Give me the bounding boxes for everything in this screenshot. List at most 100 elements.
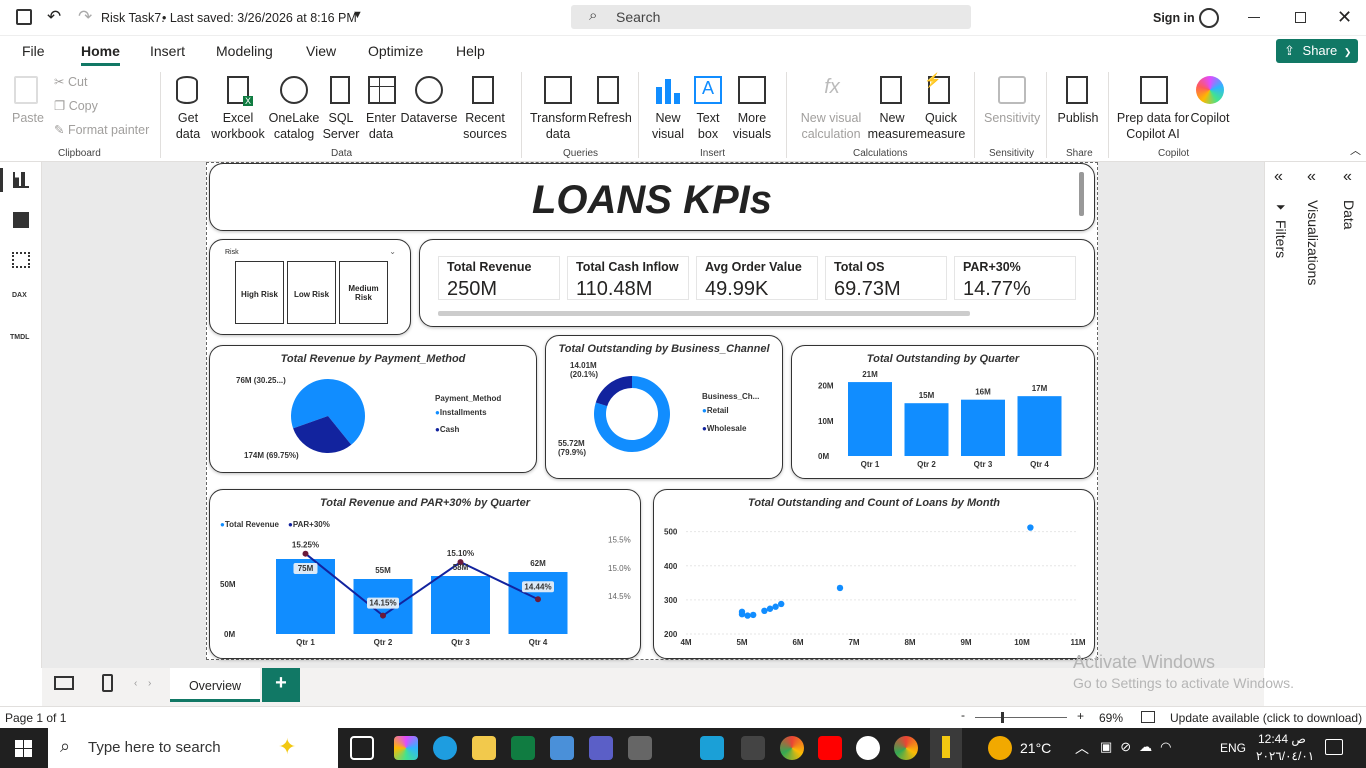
chrome-icon[interactable]: [780, 736, 804, 760]
teams-icon[interactable]: [589, 736, 613, 760]
cisco-icon[interactable]: [700, 736, 724, 760]
taskbar-search-box[interactable]: ⌕ Type here to search ✦: [48, 728, 338, 768]
desktop-layout-icon[interactable]: [54, 676, 74, 690]
new-visual-calculation-button[interactable]: New visual calculation: [796, 110, 866, 142]
menu-insert[interactable]: Insert: [150, 43, 185, 59]
dax-query-view-icon[interactable]: DAX: [12, 292, 27, 299]
clock-date[interactable]: ٢٠٢٦/٠٤/٠١: [1256, 749, 1314, 763]
collapse-visualizations-icon[interactable]: «: [1307, 168, 1316, 186]
file-explorer-icon[interactable]: [472, 736, 496, 760]
chevron-down-icon[interactable]: ⌄: [389, 247, 396, 256]
new-visual-button[interactable]: New visual: [648, 110, 688, 142]
undo-icon[interactable]: ↶: [47, 7, 61, 27]
zoom-level[interactable]: 69%: [1099, 711, 1123, 725]
refresh-button[interactable]: Refresh: [588, 110, 632, 126]
filters-pane-tab[interactable]: Filters: [1273, 220, 1289, 258]
legend-item-retail[interactable]: ●Retail: [702, 406, 729, 415]
more-visuals-button[interactable]: More visuals: [726, 110, 778, 142]
get-data-button[interactable]: Get data: [170, 110, 206, 142]
data-pane-tab[interactable]: Data: [1341, 200, 1357, 230]
enter-data-button[interactable]: Enter data: [362, 110, 400, 142]
excel-workbook-button[interactable]: Excel workbook: [210, 110, 266, 142]
slicer-option-medium-risk[interactable]: Medium Risk: [339, 261, 388, 324]
add-page-button[interactable]: +: [262, 668, 300, 702]
zoom-slider[interactable]: [975, 712, 1067, 723]
cut-button[interactable]: ✂ Cut: [54, 74, 87, 90]
edge-icon[interactable]: [433, 736, 457, 760]
dataverse-button[interactable]: Dataverse: [400, 110, 458, 126]
transform-data-button[interactable]: Transform data: [530, 110, 587, 142]
menu-modeling[interactable]: Modeling: [216, 43, 273, 59]
update-available-link[interactable]: Update available (click to download): [1170, 711, 1362, 725]
collapse-data-icon[interactable]: «: [1343, 168, 1352, 186]
sign-in-button[interactable]: Sign in: [1153, 11, 1195, 25]
legend-item-wholesale[interactable]: ●Wholesale: [702, 424, 746, 433]
app-icon[interactable]: [628, 736, 652, 760]
redo-icon[interactable]: ↷: [78, 7, 92, 27]
notification-icon[interactable]: [1325, 739, 1343, 755]
copilot-button[interactable]: Copilot: [1188, 110, 1232, 126]
sql-server-button[interactable]: SQL Server: [322, 110, 360, 142]
user-icon[interactable]: [1199, 8, 1219, 28]
table-view-icon[interactable]: [13, 212, 29, 228]
excel-taskbar-icon[interactable]: [511, 736, 535, 760]
system-tray-icons[interactable]: ▣⊘☁◠: [1100, 739, 1180, 755]
tmdl-view-icon[interactable]: TMDL: [10, 334, 29, 341]
minimize-icon[interactable]: [1248, 17, 1260, 18]
last-saved[interactable]: • Last saved: 3/26/2026 at 8:16 PM: [162, 11, 357, 25]
notion-icon[interactable]: [741, 736, 765, 760]
clock-time[interactable]: 12:44 ص: [1258, 732, 1306, 746]
kpi-scrollbar[interactable]: [438, 311, 970, 316]
store-icon[interactable]: [550, 736, 574, 760]
menu-home[interactable]: Home: [81, 43, 120, 59]
new-measure-button[interactable]: New measure: [866, 110, 918, 142]
github-icon[interactable]: [856, 736, 880, 760]
menu-view[interactable]: View: [306, 43, 336, 59]
youtube-icon[interactable]: [818, 736, 842, 760]
task-view-icon[interactable]: [350, 736, 374, 760]
chevron-left-icon[interactable]: ‹: [134, 678, 137, 689]
language-indicator[interactable]: ENG: [1220, 741, 1246, 755]
copy-button[interactable]: ❐ Copy: [54, 98, 98, 114]
maximize-icon[interactable]: [1295, 12, 1306, 23]
temperature[interactable]: 21°C: [1020, 740, 1051, 756]
chevron-right-icon[interactable]: ›: [148, 678, 151, 689]
menu-file[interactable]: File: [22, 43, 45, 59]
copilot-taskbar-icon[interactable]: [394, 736, 418, 760]
page-tab-overview[interactable]: Overview: [170, 668, 260, 702]
publish-button[interactable]: Publish: [1056, 110, 1100, 126]
zoom-out-button[interactable]: -: [961, 708, 965, 722]
slicer-option-low-risk[interactable]: Low Risk: [287, 261, 336, 324]
chrome-icon-2[interactable]: [894, 736, 918, 760]
show-hidden-icons[interactable]: ︿: [1075, 738, 1089, 758]
menu-optimize[interactable]: Optimize: [368, 43, 423, 59]
legend-item-installments[interactable]: ●Installments: [435, 408, 487, 417]
collapse-ribbon-icon[interactable]: ︿: [1350, 142, 1361, 158]
sensitivity-button[interactable]: Sensitivity: [984, 110, 1040, 126]
powerbi-taskbar-icon[interactable]: [930, 728, 962, 768]
slicer-option-high-risk[interactable]: High Risk: [235, 261, 284, 324]
close-icon[interactable]: ✕: [1337, 7, 1352, 28]
prep-data-copilot-button[interactable]: Prep data for Copilot AI: [1116, 110, 1190, 142]
zoom-in-button[interactable]: +: [1077, 709, 1084, 723]
text-box-button[interactable]: Text box: [692, 110, 724, 142]
mobile-layout-icon[interactable]: [102, 674, 113, 692]
zoom-slider-thumb[interactable]: [1001, 712, 1004, 723]
report-view-icon[interactable]: [13, 172, 29, 188]
quick-measure-button[interactable]: Quick measure: [916, 110, 966, 142]
windows-start-icon[interactable]: [15, 740, 32, 757]
visualizations-pane-tab[interactable]: Visualizations: [1305, 200, 1321, 285]
recent-sources-button[interactable]: Recent sources: [458, 110, 512, 142]
share-button[interactable]: ⇪ Share ❯: [1276, 39, 1358, 63]
onelake-catalog-button[interactable]: OneLake catalog: [266, 110, 322, 142]
title-scrollbar[interactable]: [1079, 172, 1084, 216]
model-view-icon[interactable]: [12, 252, 30, 268]
save-icon[interactable]: [16, 9, 32, 25]
search-input[interactable]: ⌕ Search: [571, 5, 971, 29]
format-painter-button[interactable]: ✎ Format painter: [54, 122, 149, 138]
collapse-filters-icon[interactable]: «: [1274, 168, 1283, 186]
menu-help[interactable]: Help: [456, 43, 485, 59]
chevron-down-icon[interactable]: ▼: [352, 9, 363, 21]
fit-to-page-icon[interactable]: [1141, 711, 1155, 723]
legend-item-cash[interactable]: ●Cash: [435, 425, 459, 434]
